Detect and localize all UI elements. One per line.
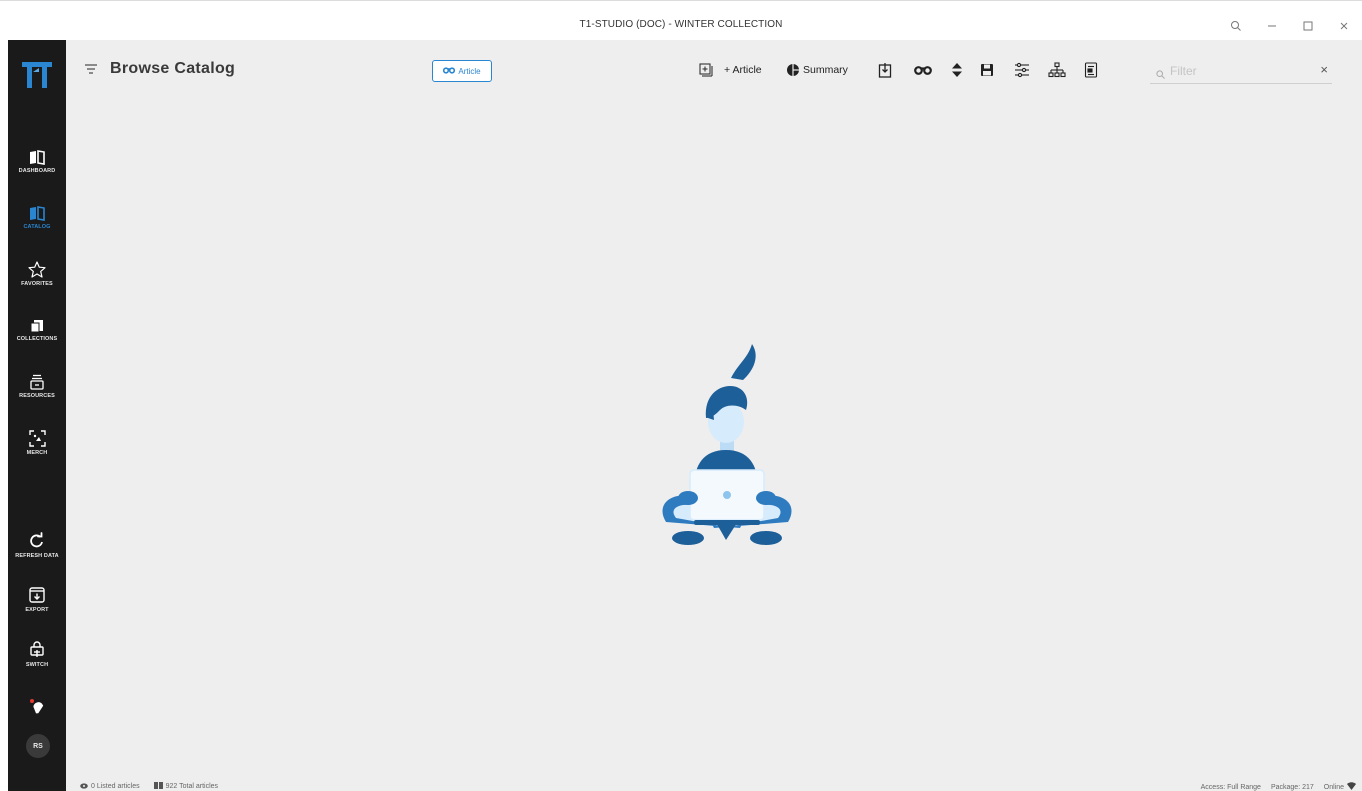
online-label: Online [1323, 783, 1344, 791]
sidebar-item-label: RESOURCES [19, 393, 55, 399]
status-bar: 0 Listed articles 922 Total articles Acc… [66, 781, 1362, 791]
listed-articles-text: 0 Listed articles [91, 783, 140, 790]
zoom-icon[interactable] [1218, 15, 1254, 37]
star-icon [28, 261, 46, 278]
catalog-icon [153, 782, 163, 791]
add-article-button[interactable]: + Article [724, 58, 762, 82]
sidebar-item-merch[interactable]: MERCH [8, 430, 66, 456]
window-controls [1218, 15, 1362, 37]
book-open-icon [29, 206, 45, 221]
focus-frame-icon [28, 430, 46, 447]
bell-icon [28, 698, 46, 716]
sidebar-item-label: SWITCH [25, 662, 49, 668]
view-toggle-label: Article [458, 66, 481, 76]
package-status: Package: 217 [1270, 783, 1314, 791]
sidebar-item-label: DASHBOARD [18, 168, 56, 174]
summary-button[interactable]: Summary [786, 58, 848, 82]
sidebar-item-label: MERCH [26, 450, 48, 456]
page-title: Browse Catalog [110, 60, 236, 77]
book-open-icon [29, 150, 45, 165]
sidebar-item-export[interactable]: EXPORT [8, 586, 66, 613]
save-icon[interactable] [980, 58, 994, 82]
sidebar-item-label: CATALOG [23, 224, 51, 230]
sidebar: DASHBOARD CATALOG FAVORITES COLLECTIONS … [8, 40, 66, 791]
settings-sliders-icon[interactable] [1014, 58, 1030, 82]
total-articles-status: 922 Total articles [153, 782, 219, 791]
sidebar-item-switch[interactable]: SWITCH [8, 641, 66, 668]
main-content: Browse Catalog Article + Article Summary [66, 40, 1362, 781]
pie-chart-icon [786, 63, 800, 77]
close-icon[interactable] [1326, 15, 1362, 37]
empty-state-illustration [648, 340, 808, 555]
document-icon[interactable] [1084, 58, 1098, 82]
maximize-icon[interactable] [1290, 15, 1326, 37]
filter-input[interactable] [1170, 62, 1310, 80]
expand-grid-icon[interactable] [698, 58, 714, 82]
online-status: Online [1324, 782, 1356, 791]
clear-filter-button[interactable]: × [1320, 62, 1328, 77]
window-title: T1-STUDIO (DOC) - WINTER COLLECTION [579, 19, 783, 30]
title-bar: T1-STUDIO (DOC) - WINTER COLLECTION [0, 0, 1362, 40]
export-box-icon [28, 586, 46, 604]
search-icon [1156, 66, 1165, 84]
sidebar-item-dashboard[interactable]: DASHBOARD [8, 150, 66, 174]
sidebar-item-label: FAVORITES [21, 281, 53, 287]
sidebar-item-collections[interactable]: COLLECTIONS [8, 319, 66, 342]
wifi-icon [1347, 782, 1356, 791]
hierarchy-icon[interactable] [1048, 58, 1066, 82]
avatar[interactable]: RS [26, 734, 50, 758]
sidebar-item-label: REFRESH DATA [15, 553, 59, 559]
eye-icon [80, 782, 88, 791]
sidebar-item-favorites[interactable]: FAVORITES [8, 261, 66, 287]
switch-icon [28, 641, 46, 659]
sidebar-item-label: EXPORT [25, 607, 49, 613]
listed-articles-status: 0 Listed articles [80, 782, 140, 791]
notifications-bell[interactable] [8, 698, 66, 716]
sidebar-item-catalog[interactable]: CATALOG [8, 206, 66, 230]
download-icon[interactable] [878, 58, 892, 82]
filter-field[interactable]: × [1150, 56, 1332, 84]
minimize-icon[interactable] [1254, 15, 1290, 37]
inbox-tray-icon [29, 374, 45, 390]
sidebar-item-resources[interactable]: RESOURCES [8, 374, 66, 399]
summary-label: Summary [803, 64, 848, 76]
view-toggle-article[interactable]: Article [432, 60, 492, 82]
app-logo [18, 58, 58, 92]
sort-icon[interactable] [952, 58, 962, 82]
binoculars-icon[interactable] [914, 58, 932, 82]
menu-icon[interactable] [84, 62, 98, 74]
sidebar-item-label: COLLECTIONS [16, 336, 58, 342]
folders-icon [29, 319, 45, 333]
refresh-icon [28, 532, 46, 550]
sidebar-item-refresh-data[interactable]: REFRESH DATA [8, 532, 66, 559]
total-articles-text: 922 Total articles [165, 783, 219, 790]
binoculars-icon [443, 66, 456, 76]
access-status: Access: Full Range [1200, 783, 1261, 791]
